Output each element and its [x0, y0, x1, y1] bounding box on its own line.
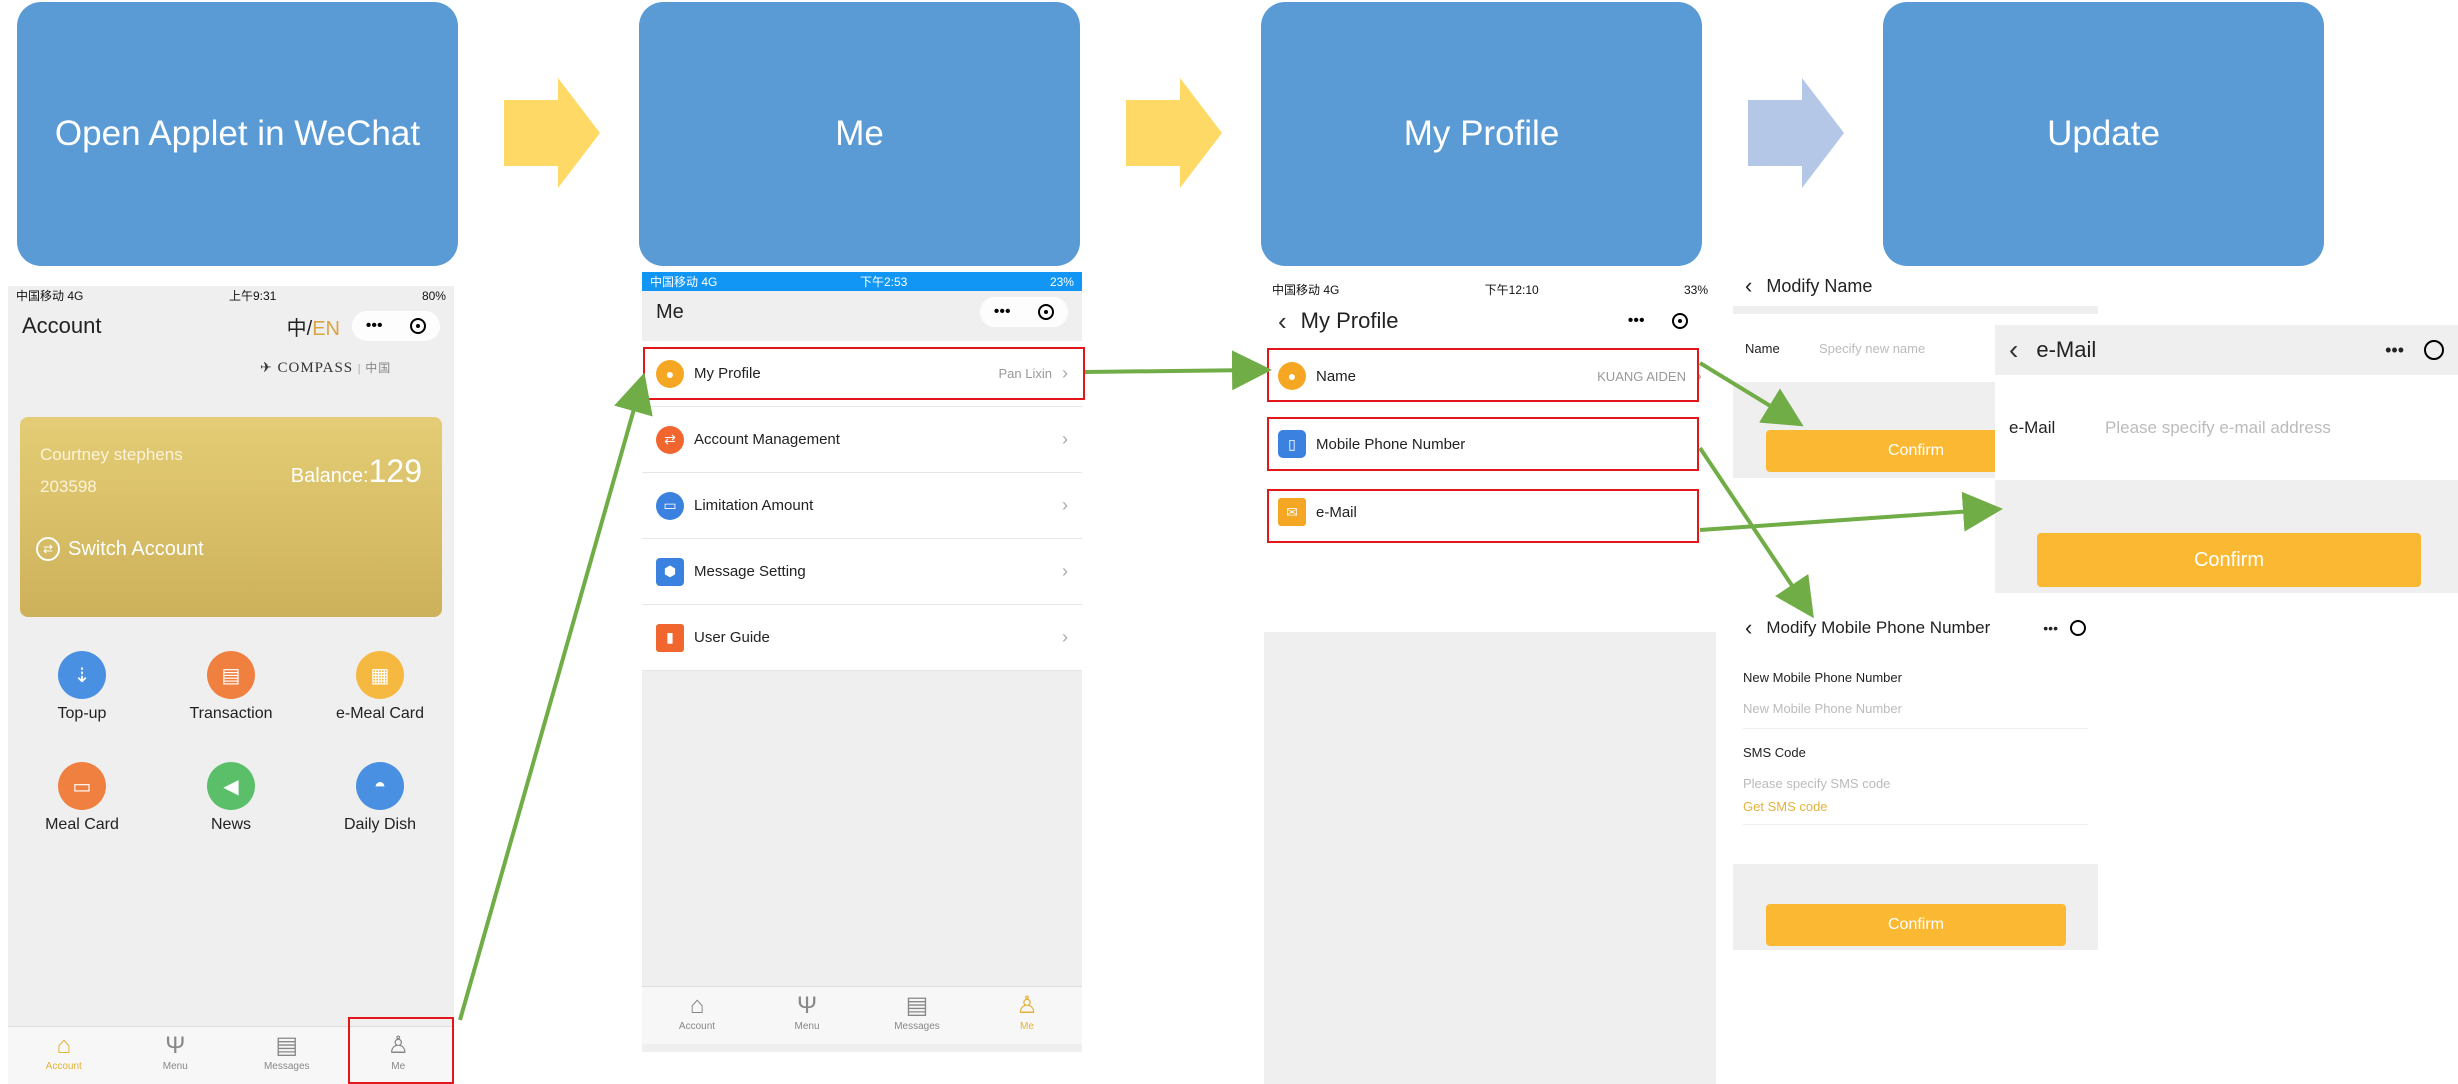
- connector-me-to-profile: [458, 372, 653, 1021]
- connector-profile-to-name: [1084, 350, 1272, 391]
- flow-canvas: Open Applet in WeChat Me My Profile Upda…: [0, 0, 2458, 1084]
- connector-name-to-modify: [1698, 361, 1804, 427]
- flow-connectors: [458, 350, 2003, 1021]
